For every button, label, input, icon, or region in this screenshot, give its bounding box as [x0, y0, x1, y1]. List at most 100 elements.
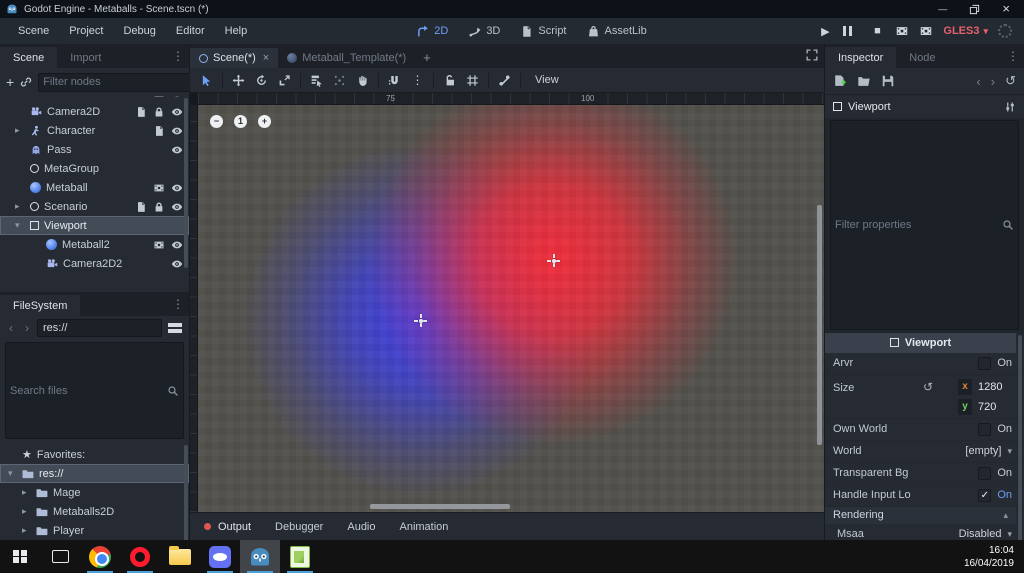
visibility-toggle-icon[interactable] — [171, 96, 183, 99]
taskbar-explorer-icon[interactable] — [160, 540, 200, 573]
tab-node[interactable]: Node — [896, 47, 948, 68]
expander-icon[interactable]: ▸ — [22, 506, 32, 517]
inspector-scrollbar[interactable] — [1017, 332, 1023, 540]
object-tools-icon[interactable] — [1004, 101, 1016, 113]
checkbox-checked[interactable]: ✓ — [978, 488, 992, 502]
instance-scene-button[interactable] — [20, 76, 32, 88]
menu-editor[interactable]: Editor — [166, 21, 215, 41]
task-view-button[interactable] — [40, 540, 80, 573]
visibility-toggle-icon[interactable] — [171, 144, 183, 156]
size-x-field[interactable]: 1280 — [978, 381, 1012, 393]
taskbar-opera-icon[interactable] — [120, 540, 160, 573]
unlock-object-button[interactable] — [438, 70, 461, 91]
rotate-tool-button[interactable] — [250, 70, 273, 91]
pan-tool-button[interactable] — [351, 70, 374, 91]
tree-row-scenario[interactable]: ▸ Scenario — [0, 197, 189, 216]
zoom-out-button[interactable]: − — [210, 115, 223, 128]
load-resource-button[interactable] — [857, 74, 871, 88]
smart-snap-button[interactable] — [383, 70, 406, 91]
fs-row-player[interactable]: ▸ Player — [0, 521, 189, 540]
select-tool-button[interactable] — [195, 70, 218, 91]
group-selection-button[interactable] — [461, 70, 484, 91]
fs-row-favorites[interactable]: ★ Favorites: — [0, 445, 189, 464]
expander-icon[interactable]: ▸ — [22, 487, 32, 498]
scale-tool-button[interactable] — [273, 70, 296, 91]
fs-row-res[interactable]: ▾ res:// — [0, 464, 189, 483]
dock-menu-icon[interactable]: ⋮ — [172, 297, 184, 311]
metaball-gizmo-red[interactable] — [547, 254, 560, 267]
bottom-tab-audio[interactable]: Audio — [347, 521, 375, 533]
save-resource-button[interactable] — [881, 74, 895, 88]
tree-row-metaball2[interactable]: Metaball2 — [0, 235, 189, 254]
workspace-script-button[interactable]: Script — [511, 21, 575, 42]
scene-tree-scrollbar[interactable] — [184, 98, 188, 268]
tree-row-camera2d[interactable]: Camera2D — [0, 102, 189, 121]
world-dropdown[interactable]: [empty] ▾ — [965, 445, 1012, 457]
lock-badge-icon[interactable] — [153, 106, 165, 118]
visibility-toggle-icon[interactable] — [171, 201, 183, 213]
tree-row-character[interactable]: ▸ Character — [0, 121, 189, 140]
distraction-free-icon[interactable] — [806, 49, 818, 61]
snap-options-menu[interactable]: ⋮ — [406, 70, 429, 91]
filter-nodes-input[interactable] — [43, 76, 186, 88]
visibility-toggle-icon[interactable] — [171, 239, 183, 251]
list-select-button[interactable] — [305, 70, 328, 91]
visibility-toggle-icon[interactable] — [171, 258, 183, 270]
expander-icon[interactable]: ▸ — [15, 125, 25, 136]
pixel-snap-button[interactable] — [328, 70, 351, 91]
tree-row-pass[interactable]: Pass — [0, 140, 189, 159]
tree-row-viewport[interactable]: ▾ Viewport — [0, 216, 189, 235]
taskbar-godot-icon[interactable] — [240, 540, 280, 573]
tree-row-metaball[interactable]: Metaball — [0, 178, 189, 197]
menu-scene[interactable]: Scene — [8, 21, 59, 41]
fs-row-mage[interactable]: ▸ Mage — [0, 483, 189, 502]
fs-path-input[interactable] — [43, 322, 156, 334]
scene-tab-scene[interactable]: Scene(*) × — [190, 48, 279, 68]
script-badge-icon[interactable] — [135, 106, 147, 118]
expander-icon[interactable]: ▸ — [15, 201, 25, 212]
film-badge-icon[interactable] — [153, 182, 165, 194]
section-rendering[interactable]: Rendering ▴ — [825, 506, 1016, 524]
bottom-tab-animation[interactable]: Animation — [400, 521, 449, 533]
checkbox[interactable] — [978, 422, 992, 436]
canvas-vscrollbar[interactable] — [817, 205, 822, 445]
tab-filesystem[interactable]: FileSystem — [0, 295, 81, 316]
fs-split-mode-icon[interactable] — [166, 323, 184, 333]
dock-menu-icon[interactable]: ⋮ — [172, 49, 184, 63]
revert-button[interactable]: ↺ — [923, 380, 933, 394]
expander-icon[interactable]: ▸ — [22, 525, 32, 536]
fs-tree-scrollbar[interactable] — [184, 445, 188, 540]
metaball-gizmo-blue[interactable] — [414, 314, 427, 327]
visibility-toggle-icon[interactable] — [171, 182, 183, 194]
lock-badge-icon[interactable] — [153, 201, 165, 213]
checkbox[interactable] — [978, 466, 992, 480]
dock-menu-icon[interactable]: ⋮ — [1007, 49, 1019, 63]
tab-scene[interactable]: Scene — [0, 47, 58, 68]
film-badge-icon[interactable] — [153, 239, 165, 251]
tab-inspector[interactable]: Inspector — [825, 47, 897, 68]
fs-forward-button[interactable]: › — [21, 321, 33, 335]
msaa-dropdown[interactable]: Disabled ▾ — [959, 528, 1012, 540]
history-menu-icon[interactable]: ↺ — [1005, 73, 1016, 89]
play-button[interactable]: ▶ — [817, 25, 833, 38]
zoom-in-button[interactable]: + — [258, 115, 271, 128]
taskbar-clock[interactable]: 16:04 16/04/2019 — [954, 540, 1024, 573]
pause-button[interactable] — [843, 26, 859, 36]
bottom-tab-output[interactable]: Output — [204, 521, 251, 533]
renderer-dropdown[interactable]: GLES3 ▾ — [943, 25, 988, 37]
minimize-button[interactable]: — — [938, 4, 947, 14]
workspace-2d-button[interactable]: 2D — [407, 21, 457, 42]
play-scene-button[interactable] — [895, 24, 909, 38]
tab-import[interactable]: Import — [57, 47, 114, 68]
search-files-input[interactable] — [10, 384, 163, 397]
workspace-assetlib-button[interactable]: AssetLib — [578, 21, 656, 42]
skeleton-options-button[interactable] — [493, 70, 516, 91]
view-menu[interactable]: View — [525, 71, 569, 89]
play-custom-scene-button[interactable] — [919, 24, 933, 38]
bottom-tab-debugger[interactable]: Debugger — [275, 521, 323, 533]
menu-help[interactable]: Help — [215, 21, 258, 41]
canvas-hscrollbar[interactable] — [370, 504, 510, 509]
update-spinner-icon[interactable] — [998, 24, 1012, 38]
2d-viewport-canvas[interactable]: − 1 + — [198, 105, 824, 512]
expander-icon[interactable]: ▾ — [8, 468, 18, 479]
